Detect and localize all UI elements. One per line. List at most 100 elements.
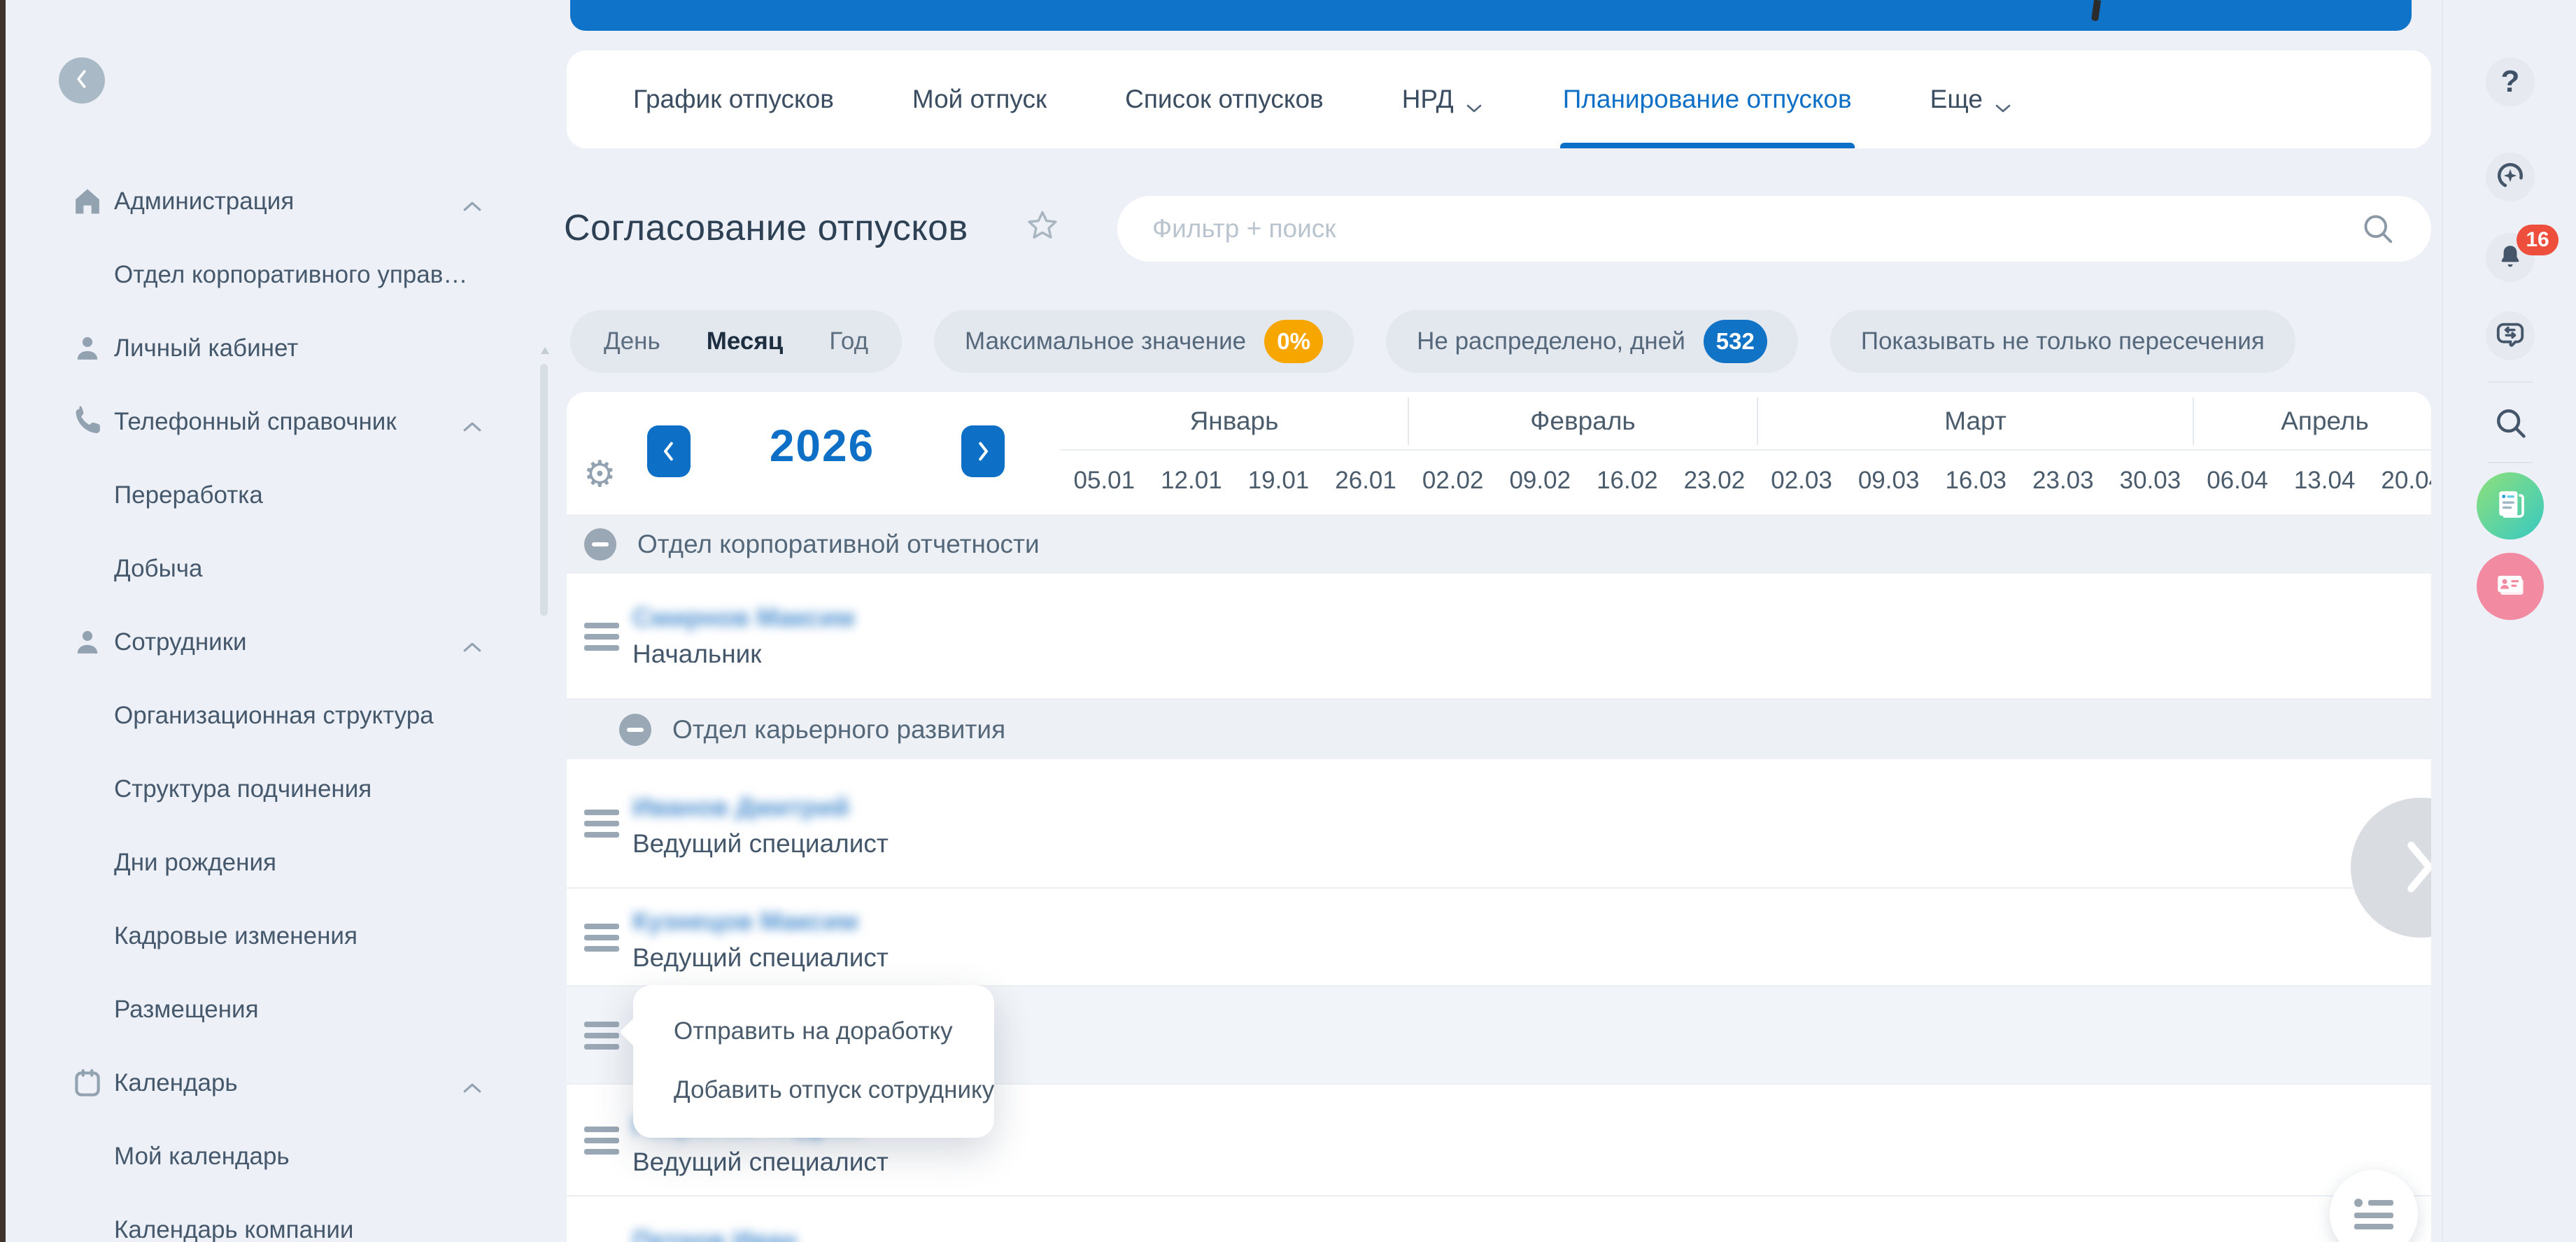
week-date: 26.01	[1322, 456, 1410, 505]
week-date: 23.02	[1671, 456, 1758, 505]
tab-vacation-list[interactable]: Список отпусков	[1125, 50, 1324, 148]
sidebar-item-label: Добыча	[114, 555, 483, 583]
favorite-star-icon[interactable]	[1023, 207, 1062, 246]
screen-left-edge	[0, 0, 6, 1242]
sidebar-item-corporate-governance-dept[interactable]: Отдел корпоративного управ…	[6, 238, 567, 311]
collapse-minus-icon[interactable]	[619, 714, 651, 746]
tab-more[interactable]: Еще	[1930, 50, 2014, 148]
chip-show-not-only-overlaps[interactable]: Показывать не только пересечения	[1830, 310, 2295, 373]
contacts-shortcut-button[interactable]	[2477, 553, 2544, 620]
sidebar-item-hr-changes[interactable]: Кадровые изменения	[6, 899, 567, 973]
tab-vacation-schedule[interactable]: График отпусков	[633, 50, 834, 148]
menu-item-send-for-revision[interactable]: Отправить на доработку	[674, 1012, 994, 1051]
period-year[interactable]: Год	[829, 327, 868, 355]
chip-max-value[interactable]: Максимальное значение 0%	[934, 310, 1354, 373]
row-menu-icon[interactable]	[584, 1127, 619, 1155]
department-row[interactable]: Отдел карьерного развития	[567, 700, 2431, 759]
week-date: 23.03	[2020, 456, 2107, 505]
news-shortcut-button[interactable]	[2477, 472, 2544, 539]
tab-my-vacation[interactable]: Мой отпуск	[912, 50, 1047, 148]
sidebar-collapse-button[interactable]	[59, 57, 105, 104]
tab-vacation-planning[interactable]: Планирование отпусков	[1563, 50, 1852, 148]
right-rail: ? 16	[2442, 0, 2576, 1242]
vacation-planning-screen: Администрация Отдел корпоративного управ…	[0, 0, 2576, 1242]
sidebar-scroll-up-arrow[interactable]	[541, 347, 549, 354]
employee-name-link[interactable]: Кузнецов Максим	[632, 907, 889, 936]
sidebar-item-label: Организационная структура	[114, 702, 483, 730]
tab-label: Планирование отпусков	[1563, 85, 1852, 114]
sidebar-item-org-structure[interactable]: Организационная структура	[6, 679, 567, 752]
sidebar-item-label: Размещения	[114, 996, 483, 1024]
calendar-icon	[67, 1063, 108, 1103]
sidebar-item-label: Дни рождения	[114, 849, 483, 877]
chip-unallocated-days[interactable]: Не распределено, дней 532	[1386, 310, 1798, 373]
row-menu-icon[interactable]	[584, 1022, 619, 1050]
module-tabbar: График отпусков Мой отпуск Список отпуск…	[567, 50, 2431, 148]
notifications-button[interactable]: 16	[2486, 233, 2535, 282]
month-february: Февраль	[1409, 397, 1758, 445]
sidebar-item-personal-cabinet[interactable]: Личный кабинет	[6, 311, 567, 385]
employee-name-link[interactable]: Петров Иван	[632, 1226, 797, 1242]
sidebar-scrollbar[interactable]	[540, 364, 548, 616]
employee-role: Ведущий специалист	[632, 1148, 889, 1177]
department-label: Отдел карьерного развития	[672, 715, 1005, 745]
period-month[interactable]: Месяц	[707, 327, 784, 355]
sidebar-item-calendar[interactable]: Календарь	[6, 1046, 567, 1120]
sidebar-item-phone-directory[interactable]: Телефонный справочник	[6, 385, 567, 458]
page-title: Согласование отпусков	[564, 207, 968, 249]
sidebar-item-birthdays[interactable]: Дни рождения	[6, 826, 567, 899]
menu-item-add-vacation[interactable]: Добавить отпуск сотруднику	[674, 1071, 994, 1110]
prev-year-button[interactable]	[647, 425, 691, 477]
sidebar-item-company-calendar[interactable]: Календарь компании	[6, 1193, 567, 1242]
contact-card-icon	[2491, 565, 2530, 608]
sidebar-item-label: Отдел корпоративного управ…	[114, 261, 483, 289]
row-menu-icon[interactable]	[584, 623, 619, 651]
employee-role: Ведущий специалист	[632, 943, 889, 973]
cursor-mark	[2091, 0, 2101, 22]
sidebar-item-placements[interactable]: Размещения	[6, 973, 567, 1046]
employee-name-link[interactable]: Иванов Дмитрий	[632, 793, 889, 822]
collapse-minus-icon[interactable]	[584, 528, 616, 560]
tab-label: Мой отпуск	[912, 85, 1047, 114]
department-row[interactable]: Отдел корпоративной отчетности	[567, 514, 2431, 574]
week-date: 20.04	[2368, 456, 2431, 505]
row-menu-icon[interactable]	[584, 810, 619, 838]
sidebar-item-label: Кадровые изменения	[114, 922, 483, 950]
global-search-button[interactable]	[2492, 404, 2530, 442]
search-icon[interactable]	[2360, 211, 2396, 247]
employee-role: Начальник	[632, 640, 855, 669]
assistant-button[interactable]	[2486, 153, 2535, 202]
sidebar-item-employees[interactable]: Сотрудники	[6, 605, 567, 679]
sidebar-item-subordination-structure[interactable]: Структура подчинения	[6, 752, 567, 826]
row-menu-icon[interactable]	[584, 924, 619, 952]
week-date: 16.02	[1584, 456, 1671, 505]
filter-search	[1117, 196, 2431, 262]
tab-nrd[interactable]: НРД	[1402, 50, 1485, 148]
week-date: 13.04	[2281, 456, 2368, 505]
sidebar-item-dobycha[interactable]: Добыча	[6, 532, 567, 605]
requests-chat-button[interactable]	[2486, 311, 2535, 360]
notifications-badge: 16	[2517, 225, 2559, 255]
sidebar-menu: Администрация Отдел корпоративного управ…	[6, 164, 567, 1242]
sidebar-item-administration[interactable]: Администрация	[6, 164, 567, 238]
filter-search-input[interactable]	[1152, 214, 2360, 244]
period-day[interactable]: День	[604, 327, 660, 355]
employee-name-link[interactable]: Смирнов Максим	[632, 603, 855, 633]
week-date: 12.01	[1148, 456, 1236, 505]
tab-label: Еще	[1930, 85, 1983, 114]
gear-icon[interactable]: ⚙	[583, 456, 616, 493]
row-context-menu: Отправить на доработку Добавить отпуск с…	[633, 985, 994, 1138]
next-year-button[interactable]	[961, 425, 1005, 477]
help-button[interactable]: ?	[2486, 57, 2535, 106]
month-january: Январь	[1061, 397, 1409, 445]
week-date: 02.03	[1758, 456, 1846, 505]
chevron-up-icon	[460, 193, 484, 210]
sidebar-item-label: Телефонный справочник	[114, 408, 483, 436]
sidebar-item-label: Календарь	[114, 1069, 483, 1097]
month-march: Март	[1758, 397, 2194, 445]
user-icon	[67, 622, 108, 663]
employee-info: Петров Иван	[632, 1226, 797, 1242]
news-document-icon	[2491, 486, 2529, 527]
sidebar-item-my-calendar[interactable]: Мой календарь	[6, 1120, 567, 1193]
sidebar-item-pererabotka[interactable]: Переработка	[6, 458, 567, 532]
